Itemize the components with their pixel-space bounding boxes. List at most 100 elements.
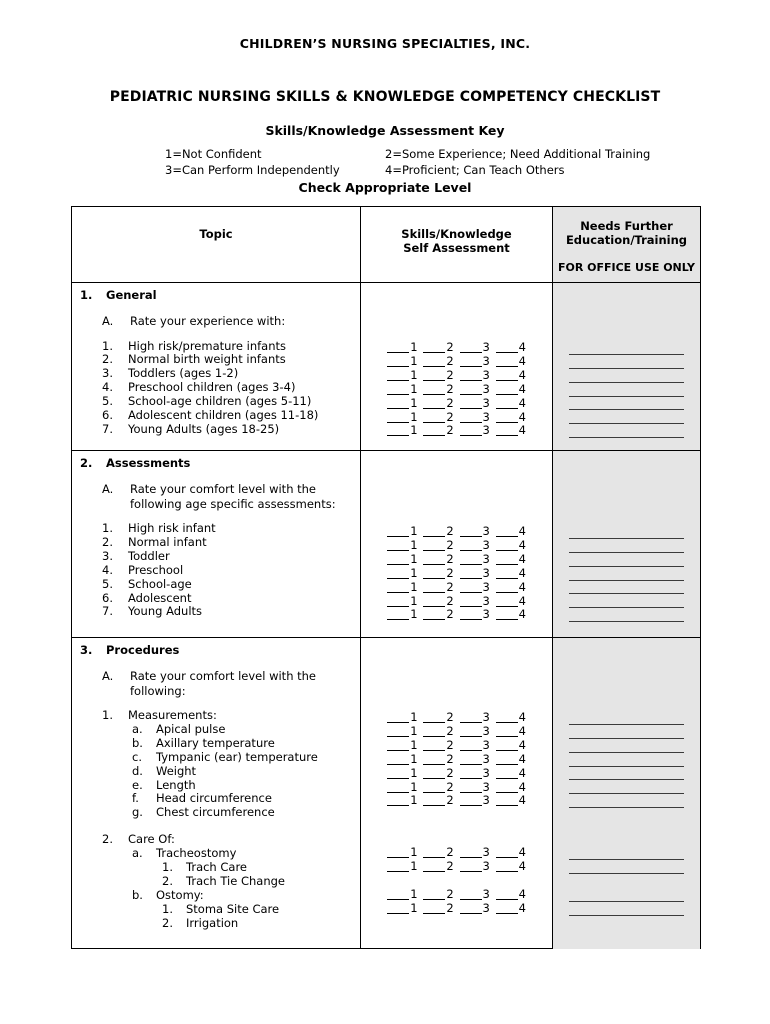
rating-blank-3[interactable] xyxy=(459,536,482,537)
rating-blank-4[interactable] xyxy=(495,857,518,858)
rating-blank-2[interactable] xyxy=(423,749,446,751)
rating-option-4[interactable]: 4 xyxy=(495,738,526,752)
rating-scale-row[interactable]: 1 2 3 4 xyxy=(361,845,552,860)
rating-option-1[interactable]: 1 xyxy=(387,538,418,552)
rating-option-3[interactable]: 3 xyxy=(459,752,490,766)
rating-blank-3[interactable] xyxy=(459,393,482,395)
rating-option-4[interactable]: 4 xyxy=(495,354,526,368)
rating-blank-3[interactable] xyxy=(459,352,482,353)
rating-blank-4[interactable] xyxy=(495,912,518,914)
rating-scale-row[interactable]: 1 2 3 4 xyxy=(361,780,552,795)
rating-blank-3[interactable] xyxy=(459,805,482,807)
rating-option-4[interactable]: 4 xyxy=(495,524,526,538)
rating-blank-1[interactable] xyxy=(387,435,410,437)
rating-blank-2[interactable] xyxy=(423,577,446,579)
office-blank-line[interactable] xyxy=(569,902,684,916)
rating-option-2[interactable]: 2 xyxy=(423,552,454,566)
rating-option-4[interactable]: 4 xyxy=(495,340,526,354)
rating-blank-1[interactable] xyxy=(387,421,410,423)
rating-option-1[interactable]: 1 xyxy=(387,340,418,354)
office-blank-line[interactable] xyxy=(569,539,684,553)
rating-option-3[interactable]: 3 xyxy=(459,396,490,410)
rating-option-4[interactable]: 4 xyxy=(495,859,526,873)
rating-blank-4[interactable] xyxy=(495,352,518,353)
rating-option-3[interactable]: 3 xyxy=(459,724,490,738)
rating-option-2[interactable]: 2 xyxy=(423,382,454,396)
rating-blank-2[interactable] xyxy=(423,619,446,621)
rating-blank-4[interactable] xyxy=(495,421,518,423)
office-blank-line[interactable] xyxy=(569,383,684,397)
rating-option-4[interactable]: 4 xyxy=(495,552,526,566)
office-blank-line[interactable] xyxy=(569,567,684,581)
rating-option-4[interactable]: 4 xyxy=(495,766,526,780)
rating-option-3[interactable]: 3 xyxy=(459,566,490,580)
rating-blank-4[interactable] xyxy=(495,379,518,381)
rating-option-3[interactable]: 3 xyxy=(459,538,490,552)
rating-option-3[interactable]: 3 xyxy=(459,552,490,566)
rating-blank-4[interactable] xyxy=(495,605,518,607)
rating-option-3[interactable]: 3 xyxy=(459,368,490,382)
rating-option-2[interactable]: 2 xyxy=(423,845,454,859)
rating-blank-2[interactable] xyxy=(423,735,446,737)
rating-blank-3[interactable] xyxy=(459,421,482,423)
rating-blank-2[interactable] xyxy=(423,857,446,858)
rating-option-4[interactable]: 4 xyxy=(495,793,526,807)
rating-blank-1[interactable] xyxy=(387,912,410,914)
rating-option-1[interactable]: 1 xyxy=(387,396,418,410)
rating-option-4[interactable]: 4 xyxy=(495,566,526,580)
rating-option-4[interactable]: 4 xyxy=(495,724,526,738)
rating-scale-row[interactable]: 1 2 3 4 xyxy=(361,423,552,438)
rating-blank-2[interactable] xyxy=(423,435,446,437)
rating-option-3[interactable]: 3 xyxy=(459,382,490,396)
rating-blank-3[interactable] xyxy=(459,591,482,593)
rating-option-3[interactable]: 3 xyxy=(459,423,490,437)
rating-option-3[interactable]: 3 xyxy=(459,738,490,752)
rating-scale-row[interactable]: 1 2 3 4 xyxy=(361,566,552,581)
rating-blank-4[interactable] xyxy=(495,777,518,779)
rating-option-3[interactable]: 3 xyxy=(459,859,490,873)
rating-blank-4[interactable] xyxy=(495,549,518,551)
rating-scale-row[interactable]: 1 2 3 4 xyxy=(361,382,552,397)
rating-scale-row[interactable]: 1 2 3 4 xyxy=(361,354,552,369)
rating-option-1[interactable]: 1 xyxy=(387,780,418,794)
rating-scale-row[interactable]: 1 2 3 4 xyxy=(361,524,552,539)
rating-option-2[interactable]: 2 xyxy=(423,752,454,766)
rating-blank-3[interactable] xyxy=(459,912,482,914)
rating-blank-1[interactable] xyxy=(387,857,410,858)
office-blank-line[interactable] xyxy=(569,608,684,623)
rating-blank-1[interactable] xyxy=(387,379,410,381)
rating-blank-4[interactable] xyxy=(495,791,518,793)
rating-blank-1[interactable] xyxy=(387,722,410,723)
rating-blank-3[interactable] xyxy=(459,899,482,900)
rating-blank-4[interactable] xyxy=(495,536,518,537)
office-blank-line[interactable] xyxy=(569,341,684,355)
rating-option-2[interactable]: 2 xyxy=(423,766,454,780)
office-blank-line[interactable] xyxy=(569,525,684,539)
rating-option-1[interactable]: 1 xyxy=(387,580,418,594)
office-blank-line[interactable] xyxy=(569,725,684,739)
rating-blank-1[interactable] xyxy=(387,591,410,593)
rating-option-3[interactable]: 3 xyxy=(459,340,490,354)
rating-option-2[interactable]: 2 xyxy=(423,340,454,354)
rating-blank-3[interactable] xyxy=(459,791,482,793)
rating-blank-2[interactable] xyxy=(423,365,446,367)
office-blank-line[interactable] xyxy=(569,860,684,874)
rating-blank-1[interactable] xyxy=(387,563,410,565)
office-blank-line[interactable] xyxy=(569,369,684,383)
rating-blank-1[interactable] xyxy=(387,536,410,537)
office-blank-line[interactable] xyxy=(569,794,684,809)
rating-option-2[interactable]: 2 xyxy=(423,580,454,594)
rating-blank-3[interactable] xyxy=(459,619,482,621)
rating-blank-4[interactable] xyxy=(495,763,518,765)
rating-option-3[interactable]: 3 xyxy=(459,580,490,594)
rating-blank-2[interactable] xyxy=(423,591,446,593)
rating-blank-4[interactable] xyxy=(495,393,518,395)
rating-blank-4[interactable] xyxy=(495,365,518,367)
rating-blank-2[interactable] xyxy=(423,870,446,872)
rating-blank-2[interactable] xyxy=(423,899,446,900)
rating-option-2[interactable]: 2 xyxy=(423,724,454,738)
rating-option-4[interactable]: 4 xyxy=(495,594,526,608)
rating-option-4[interactable]: 4 xyxy=(495,580,526,594)
rating-option-1[interactable]: 1 xyxy=(387,724,418,738)
rating-blank-2[interactable] xyxy=(423,393,446,395)
